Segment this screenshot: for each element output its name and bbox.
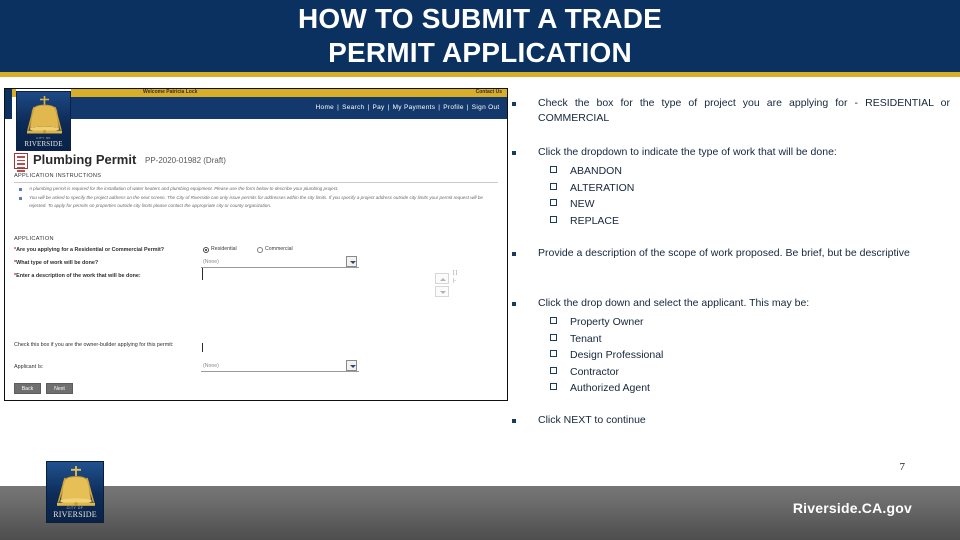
sub-list-item: Contractor xyxy=(506,364,946,381)
back-button[interactable]: Back xyxy=(14,383,41,394)
sub-list-item: Tenant xyxy=(506,331,946,348)
work-type-label: *What type of work will be done? xyxy=(14,260,99,266)
checkbox-square-icon xyxy=(550,366,557,374)
work-type-select[interactable] xyxy=(201,256,359,268)
description-textarea[interactable] xyxy=(202,268,203,280)
sub-text-property-owner: Property Owner xyxy=(570,316,644,328)
applicant-value: (None) xyxy=(203,363,219,369)
bullet-text-2: Click the dropdown to indicate the type … xyxy=(538,146,837,158)
portal-nav-links: Home | Search | Pay | My Payments | Profile | Sign… xyxy=(314,97,501,119)
sub-text-design-professional: Design Professional xyxy=(570,349,664,361)
footer-city-logo: CITY OF RIVERSIDE xyxy=(46,461,104,523)
portal-top-gold-bar: Welcome Patricia Lock Contact Us xyxy=(71,89,507,97)
applicant-select[interactable] xyxy=(201,360,359,372)
sub-list-item: ABANDON xyxy=(506,163,946,180)
page-title: HOW TO SUBMIT A TRADE PERMIT APPLICATION xyxy=(0,2,960,70)
radio-residential[interactable] xyxy=(203,247,209,253)
checkbox-square-icon xyxy=(550,317,557,324)
portal-left-accent xyxy=(5,89,12,119)
permit-title: Plumbing Permit xyxy=(33,152,137,167)
page-number: 7 xyxy=(899,461,906,473)
instruction-text-2: You will be asked to specify the project… xyxy=(29,195,483,208)
bullet-text-4: Click the drop down and select the appli… xyxy=(538,297,810,309)
bullet-text-5: Click NEXT to continue xyxy=(538,414,646,426)
sub-text-alteration: ALTERATION xyxy=(570,181,635,194)
instruction-bullet-1 xyxy=(19,188,22,191)
scroll-up-button[interactable] xyxy=(435,273,449,284)
spinner-char-2: |- xyxy=(453,278,456,284)
bullet-marker-icon xyxy=(512,102,516,106)
checkbox-square-icon xyxy=(550,199,557,206)
application-heading: APPLICATION xyxy=(14,236,54,242)
permit-number: PP-2020-01982 (Draft) xyxy=(145,156,226,165)
bullet-marker-icon xyxy=(512,302,516,306)
portal-city-logo: CITY OF RIVERSIDE xyxy=(16,91,71,151)
nav-link-my-payments[interactable]: My Payments xyxy=(391,104,437,111)
nav-sep-1: | xyxy=(337,104,340,111)
page-title-line2: PERMIT APPLICATION xyxy=(328,37,632,68)
work-type-value: (None) xyxy=(203,259,219,265)
permit-type-label: *Are you applying for a Residential or C… xyxy=(14,247,165,253)
bell-icon xyxy=(17,93,70,135)
sub-list-item: ALTERATION xyxy=(506,180,946,197)
bullet-text-1: Check the box for the type of project yo… xyxy=(538,97,950,124)
permit-document-icon xyxy=(14,153,28,172)
welcome-text: Welcome Patricia Lock xyxy=(143,89,198,95)
sub-list-item: Authorized Agent xyxy=(506,380,946,397)
sub-list-item: REPLACE xyxy=(506,213,946,230)
checkbox-square-icon xyxy=(550,333,557,341)
instruction-bullet-2 xyxy=(19,197,22,200)
slide-title-band: HOW TO SUBMIT A TRADE PERMIT APPLICATION xyxy=(0,0,960,72)
gold-divider xyxy=(0,72,960,77)
spinner-char-1: [ ] xyxy=(453,270,458,276)
sub-text-abandon: ABANDON xyxy=(570,165,622,177)
instruction-bullet-list: Check the box for the type of project yo… xyxy=(506,88,956,438)
sub-text-new: NEW xyxy=(570,198,595,210)
next-button[interactable]: Next xyxy=(46,383,73,394)
sub-text-tenant: Tenant xyxy=(570,332,602,345)
footer-logo-name: RIVERSIDE xyxy=(53,510,97,519)
description-label: *Enter a description of the work that wi… xyxy=(14,273,141,279)
nav-link-search[interactable]: Search xyxy=(341,104,366,111)
bell-icon xyxy=(47,464,103,506)
bullet-marker-icon xyxy=(512,252,516,256)
nav-link-sign-out[interactable]: Sign Out xyxy=(470,104,501,111)
nav-link-pay[interactable]: Pay xyxy=(371,104,386,111)
checkbox-square-icon xyxy=(550,215,557,223)
checkbox-square-icon xyxy=(550,166,557,173)
checkbox-square-icon xyxy=(550,182,557,190)
applicant-chevron-down-icon[interactable] xyxy=(346,360,357,371)
sub-text-replace: REPLACE xyxy=(570,214,620,227)
instructions-heading: APPLICATION INSTRUCTIONS xyxy=(14,173,102,179)
footer-website-url: Riverside.CA.gov xyxy=(792,500,912,516)
applicant-label: Applicant Is: xyxy=(14,364,44,370)
work-type-chevron-down-icon[interactable] xyxy=(346,256,357,267)
sub-text-authorized-agent: Authorized Agent xyxy=(570,382,650,394)
contact-us-link[interactable]: Contact Us xyxy=(476,89,502,97)
portal-logo-name: RIVERSIDE xyxy=(24,140,63,148)
owner-builder-checkbox[interactable] xyxy=(202,343,203,352)
instruction-text-1: A plumbing permit is required for the in… xyxy=(29,186,339,191)
checkbox-square-icon xyxy=(550,383,557,390)
radio-commercial-label: Commercial xyxy=(265,246,293,252)
permit-portal-screenshot: Welcome Patricia Lock Contact Us Home | Se… xyxy=(4,88,508,401)
bullet-marker-icon xyxy=(512,151,516,155)
owner-builder-label: Check this box if you are the owner-buil… xyxy=(14,342,174,348)
nav-link-home[interactable]: Home xyxy=(314,104,336,111)
sub-text-contractor: Contractor xyxy=(570,365,620,378)
page-title-line1: HOW TO SUBMIT A TRADE xyxy=(297,3,663,34)
sub-list-item: Property Owner xyxy=(506,314,946,331)
bullet-marker-icon xyxy=(512,419,516,423)
instructions-divider xyxy=(14,182,498,183)
nav-link-profile[interactable]: Profile xyxy=(442,104,466,111)
scroll-down-button[interactable] xyxy=(435,286,449,297)
radio-commercial[interactable] xyxy=(257,247,263,253)
bullet-text-3: Provide a description of the scope of wo… xyxy=(538,247,910,259)
sub-list-item: NEW xyxy=(506,196,946,213)
radio-residential-label: Residential xyxy=(211,246,237,252)
sub-list-item: Design Professional xyxy=(506,347,946,364)
checkbox-square-icon xyxy=(550,350,557,357)
